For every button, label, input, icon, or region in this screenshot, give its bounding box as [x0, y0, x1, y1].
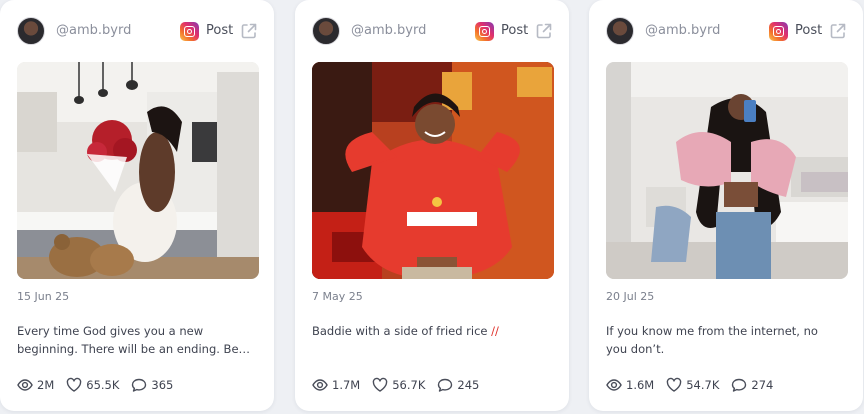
- likes-stat: 56.7K: [372, 377, 425, 393]
- views-stat: 1.6M: [606, 377, 654, 393]
- comments-count: 245: [457, 378, 480, 392]
- card-header: @amb.byrd Post: [589, 14, 863, 48]
- likes-stat: 54.7K: [666, 377, 719, 393]
- views-stat: 2M: [17, 377, 54, 393]
- comments-stat: 365: [131, 377, 173, 393]
- instagram-icon: [769, 22, 788, 41]
- post-date: 15 Jun 25: [17, 290, 70, 303]
- post-caption: Baddie with a side of fried rice //: [312, 322, 548, 340]
- instagram-icon: [475, 22, 494, 41]
- views-count: 1.7M: [332, 378, 361, 392]
- external-link-icon[interactable]: [240, 22, 258, 40]
- post-card[interactable]: @amb.byrd Post 15 Jun 25 Every time God …: [0, 0, 274, 411]
- views-count: 1.6M: [626, 378, 655, 392]
- caption-emoji: //: [491, 324, 499, 338]
- card-header: @amb.byrd Post: [295, 14, 569, 48]
- likes-count: 56.7K: [392, 378, 426, 392]
- comment-icon: [438, 378, 453, 392]
- heart-icon: [67, 377, 82, 392]
- caption-text: Baddie with a side of fried rice: [312, 324, 488, 338]
- eye-icon: [606, 379, 622, 391]
- engagement-stats: 1.7M 56.7K 245: [312, 376, 491, 394]
- comment-icon: [132, 378, 147, 392]
- post-image[interactable]: [17, 62, 259, 279]
- post-card[interactable]: @amb.byrd Post 7 May 25 Baddie with a si…: [295, 0, 569, 411]
- avatar: [312, 17, 340, 45]
- heart-icon: [372, 377, 388, 392]
- heart-icon: [666, 377, 682, 392]
- account-handle[interactable]: @amb.byrd: [351, 23, 426, 38]
- likes-count: 65.5K: [86, 378, 120, 392]
- post-date: 20 Jul 25: [606, 290, 655, 303]
- post-caption: Every time God gives you a new beginning…: [17, 322, 253, 358]
- engagement-stats: 2M 65.5K 365: [17, 376, 185, 394]
- instagram-icon: [180, 22, 199, 41]
- post-type-label: Post: [795, 23, 823, 38]
- card-header: @amb.byrd Post: [0, 14, 274, 48]
- caption-text: Every time God gives you a new beginning…: [17, 324, 251, 356]
- account-handle[interactable]: @amb.byrd: [645, 23, 720, 38]
- eye-icon: [312, 379, 328, 391]
- views-stat: 1.7M: [312, 377, 360, 393]
- post-type-label: Post: [206, 23, 234, 38]
- eye-icon: [17, 379, 33, 391]
- post-card[interactable]: @amb.byrd Post 20 Jul 25 If you know me …: [589, 0, 863, 411]
- post-type-label: Post: [501, 23, 529, 38]
- likes-count: 54.7K: [686, 378, 720, 392]
- avatar: [17, 17, 45, 45]
- post-caption: If you know me from the internet, no you…: [606, 322, 842, 358]
- post-image[interactable]: [312, 62, 554, 279]
- comments-count: 365: [151, 378, 174, 392]
- post-image[interactable]: [606, 62, 848, 279]
- caption-text: If you know me from the internet, no you…: [606, 324, 818, 356]
- likes-stat: 65.5K: [66, 377, 119, 393]
- post-date: 7 May 25: [312, 290, 363, 303]
- views-count: 2M: [37, 378, 55, 392]
- comment-icon: [732, 378, 747, 392]
- comments-stat: 245: [437, 377, 479, 393]
- engagement-stats: 1.6M 54.7K 274: [606, 376, 785, 394]
- comments-count: 274: [751, 378, 774, 392]
- comments-stat: 274: [731, 377, 773, 393]
- external-link-icon[interactable]: [535, 22, 553, 40]
- external-link-icon[interactable]: [829, 22, 847, 40]
- avatar: [606, 17, 634, 45]
- account-handle[interactable]: @amb.byrd: [56, 23, 131, 38]
